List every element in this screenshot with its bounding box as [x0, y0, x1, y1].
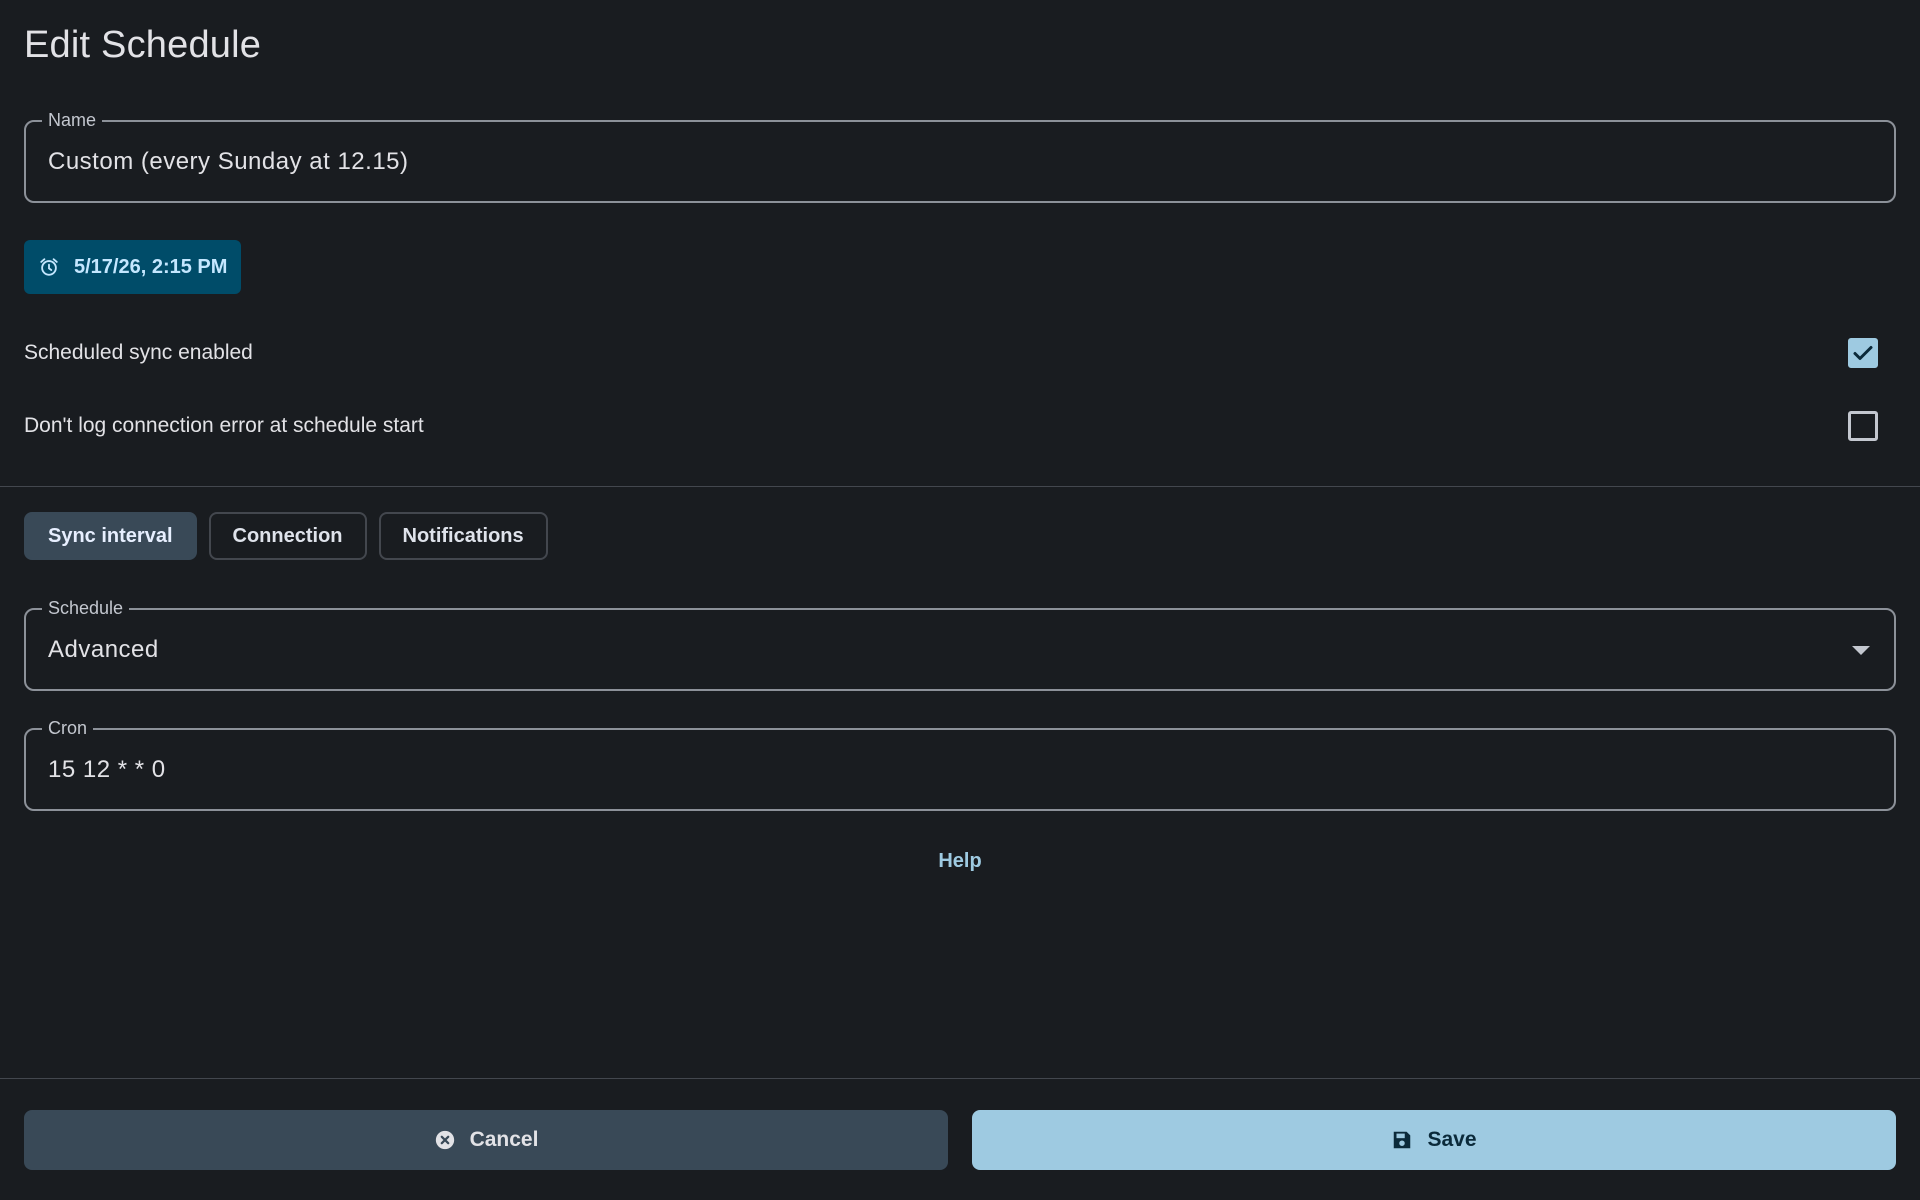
chevron-down-icon[interactable]: [1852, 646, 1870, 655]
cancel-circle-icon: [434, 1129, 456, 1151]
name-field-value[interactable]: Custom (every Sunday at 12.15): [48, 122, 409, 201]
edit-schedule-dialog: Edit Schedule Name Custom (every Sunday …: [0, 0, 1920, 1200]
schedule-select[interactable]: Schedule Advanced: [24, 598, 1896, 691]
cancel-button-label: Cancel: [469, 1128, 539, 1151]
next-run-chip[interactable]: 5/17/26, 2:15 PM: [24, 240, 242, 294]
cron-field-value[interactable]: 15 12 * * 0: [48, 730, 166, 809]
save-button[interactable]: Save: [972, 1110, 1896, 1170]
tab-notifications[interactable]: Notifications: [378, 512, 548, 560]
help-row: Help: [0, 846, 1920, 876]
save-icon: [1391, 1129, 1413, 1151]
alarm-icon: [38, 256, 60, 278]
schedule-select-value: Advanced: [48, 635, 159, 663]
option-dont-log-error[interactable]: Don't log connection error at schedule s…: [24, 406, 1896, 446]
dont-log-error-checkbox[interactable]: [1848, 411, 1878, 441]
next-run-label: 5/17/26, 2:15 PM: [74, 255, 228, 278]
option-scheduled-sync-label: Scheduled sync enabled: [24, 341, 253, 364]
footer-divider: [0, 1078, 1920, 1079]
tab-connection[interactable]: Connection: [208, 512, 367, 560]
option-dont-log-error-label: Don't log connection error at schedule s…: [24, 414, 424, 437]
section-divider: [0, 486, 1920, 487]
check-icon: [1853, 346, 1873, 360]
scheduled-sync-checkbox[interactable]: [1848, 338, 1878, 368]
page-title: Edit Schedule: [24, 24, 262, 66]
save-button-label: Save: [1427, 1128, 1477, 1151]
cron-field[interactable]: Cron 15 12 * * 0: [24, 718, 1896, 811]
help-link[interactable]: Help: [938, 850, 981, 873]
name-field[interactable]: Name Custom (every Sunday at 12.15): [24, 110, 1896, 203]
cancel-button[interactable]: Cancel: [24, 1110, 948, 1170]
option-scheduled-sync[interactable]: Scheduled sync enabled: [24, 333, 1896, 373]
tab-sync-interval[interactable]: Sync interval: [24, 512, 197, 560]
settings-tabs: Sync interval Connection Notifications: [24, 512, 548, 560]
